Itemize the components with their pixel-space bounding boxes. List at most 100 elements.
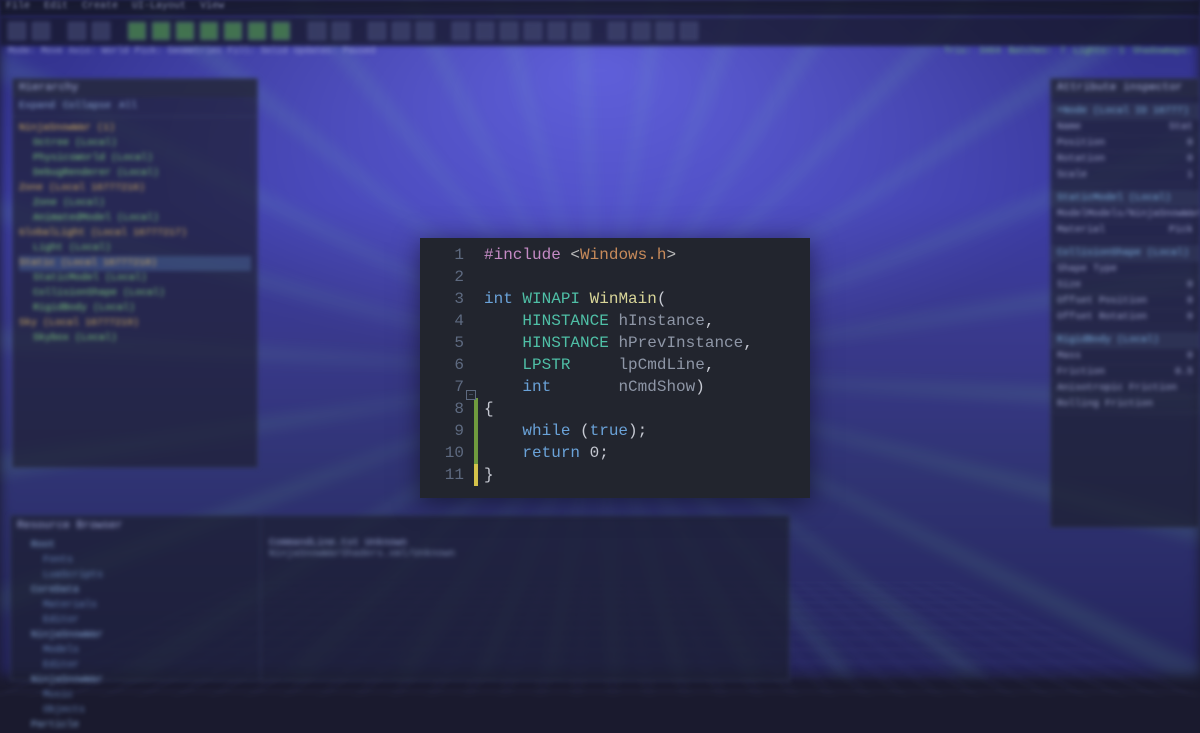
toolbar-button-6[interactable]: [176, 22, 194, 40]
browser-folders[interactable]: Resource Browser RootFontsLuaScriptsCore…: [11, 516, 261, 680]
toolbar-button-19[interactable]: [524, 22, 542, 40]
fold-icon[interactable]: −: [466, 390, 476, 400]
tree-item[interactable]: Static (Local 16777218): [19, 256, 251, 271]
folder-item[interactable]: LuaScripts: [19, 568, 252, 583]
toolbar-button-5[interactable]: [152, 22, 170, 40]
folder-item[interactable]: Editor: [19, 613, 252, 628]
toolbar-button-4[interactable]: [128, 22, 146, 40]
hierarchy-control[interactable]: All: [119, 101, 137, 112]
toolbar-button-0[interactable]: [8, 22, 26, 40]
code-editor[interactable]: 1234567891011 #include <Windows.h>int WI…: [420, 238, 810, 498]
toolbar-button-20[interactable]: [548, 22, 566, 40]
code-line[interactable]: #include <Windows.h>: [484, 244, 753, 266]
folder-item[interactable]: NinjaSnowWar: [19, 628, 252, 643]
inspector-row[interactable]: Rotation0: [1051, 152, 1199, 168]
toolbar-button-8[interactable]: [224, 22, 242, 40]
code-line[interactable]: int nCmdShow): [484, 376, 753, 398]
menu-ui-layout[interactable]: UI-Layout: [132, 1, 186, 15]
inspector-row[interactable]: Position0: [1051, 136, 1199, 152]
menu-edit[interactable]: Edit: [44, 1, 68, 15]
toolbar-button-22[interactable]: [608, 22, 626, 40]
status-item: Lights:: [1073, 46, 1111, 60]
toolbar-button-18[interactable]: [500, 22, 518, 40]
code-line[interactable]: }: [484, 464, 753, 486]
status-item: Tris:: [944, 46, 971, 60]
inspector-row[interactable]: Anisotropic Friction: [1051, 381, 1199, 397]
inspector-row[interactable]: ModelModels/NinjaSnowWar/Le: [1051, 207, 1199, 223]
toolbar-button-14[interactable]: [392, 22, 410, 40]
tree-item[interactable]: Skybox (Local): [19, 331, 251, 346]
tree-item[interactable]: RigidBody (Local): [19, 301, 251, 316]
tree-item[interactable]: Octree (Local): [19, 136, 251, 151]
toolbar-button-16[interactable]: [452, 22, 470, 40]
hierarchy-tree[interactable]: NinjaSnowWar (1)Octree (Local)PhysicsWor…: [13, 117, 257, 350]
code-line[interactable]: int WINAPI WinMain(: [484, 288, 753, 310]
tree-item[interactable]: NinjaSnowWar (1): [19, 121, 251, 136]
toolbar-button-11[interactable]: [308, 22, 326, 40]
inspector-row[interactable]: MaterialPick: [1051, 223, 1199, 239]
toolbar-button-25[interactable]: [680, 22, 698, 40]
toolbar-button-21[interactable]: [572, 22, 590, 40]
toolbar-button-1[interactable]: [32, 22, 50, 40]
code-line[interactable]: HINSTANCE hInstance,: [484, 310, 753, 332]
tree-item[interactable]: PhysicsWorld (Local): [19, 151, 251, 166]
inspector-row[interactable]: Mass0: [1051, 349, 1199, 365]
inspector-section[interactable]: StaticModel (Local): [1051, 190, 1199, 207]
tree-item[interactable]: Light (Local): [19, 241, 251, 256]
code-line[interactable]: return 0;: [484, 442, 753, 464]
inspector-section[interactable]: RigidBody (Local): [1051, 332, 1199, 349]
folder-item[interactable]: Music: [19, 688, 252, 703]
folder-item[interactable]: Models: [19, 643, 252, 658]
folder-item[interactable]: Particle: [19, 718, 252, 733]
toolbar-button-13[interactable]: [368, 22, 386, 40]
folder-item[interactable]: CoreData: [19, 583, 252, 598]
tree-item[interactable]: DebugRenderer (Local): [19, 166, 251, 181]
toolbar-button-3[interactable]: [92, 22, 110, 40]
tree-item[interactable]: CollisionShape (Local): [19, 286, 251, 301]
folder-item[interactable]: NinjaSnowWar: [19, 673, 252, 688]
toolbar-button-12[interactable]: [332, 22, 350, 40]
tree-item[interactable]: Zone (Local 16777216): [19, 181, 251, 196]
toolbar-button-2[interactable]: [68, 22, 86, 40]
folder-item[interactable]: Root: [19, 538, 252, 553]
inspector-row[interactable]: Size0: [1051, 278, 1199, 294]
toolbar-button-9[interactable]: [248, 22, 266, 40]
inspector-section[interactable]: CollisionShape (Local): [1051, 245, 1199, 262]
folder-item[interactable]: Objects: [19, 703, 252, 718]
menu-file[interactable]: File: [6, 1, 30, 15]
code-line[interactable]: LPSTR lpCmdLine,: [484, 354, 753, 376]
inspector-row[interactable]: Rolling Friction: [1051, 397, 1199, 413]
inspector-row[interactable]: Shape Type: [1051, 262, 1199, 278]
line-number: 9: [424, 420, 464, 442]
toolbar-button-17[interactable]: [476, 22, 494, 40]
menu-create[interactable]: Create: [82, 1, 118, 15]
tree-item[interactable]: StaticModel (Local): [19, 271, 251, 286]
folder-item[interactable]: Fonts: [19, 553, 252, 568]
inspector-row[interactable]: Scale1: [1051, 168, 1199, 184]
code-line[interactable]: while (true);: [484, 420, 753, 442]
toolbar-button-24[interactable]: [656, 22, 674, 40]
toolbar-button-15[interactable]: [416, 22, 434, 40]
code-line[interactable]: {: [484, 398, 753, 420]
toolbar-button-7[interactable]: [200, 22, 218, 40]
tree-item[interactable]: GlobalLight (Local 16777217): [19, 226, 251, 241]
inspector-row[interactable]: Offset Position0: [1051, 294, 1199, 310]
code-line[interactable]: [484, 266, 753, 288]
inspector-row[interactable]: Offset Rotation0: [1051, 310, 1199, 326]
code-line[interactable]: HINSTANCE hPrevInstance,: [484, 332, 753, 354]
code-area[interactable]: #include <Windows.h>int WINAPI WinMain( …: [478, 238, 761, 498]
tree-item[interactable]: Zone (Local): [19, 196, 251, 211]
inspector-row[interactable]: Friction0.5: [1051, 365, 1199, 381]
folder-item[interactable]: Materials: [19, 598, 252, 613]
tree-item[interactable]: Sky (Local 16777219): [19, 316, 251, 331]
inspector-row[interactable]: NameStat: [1051, 120, 1199, 136]
menu-view[interactable]: View: [200, 1, 224, 15]
toolbar-button-10[interactable]: [272, 22, 290, 40]
hierarchy-control[interactable]: Collapse: [63, 101, 111, 112]
hierarchy-control[interactable]: Expand: [19, 101, 55, 112]
browser-files[interactable]: CommandLine.txt Unknown NinjaSnowWarShad…: [261, 516, 789, 680]
folder-item[interactable]: Editor: [19, 658, 252, 673]
tree-item[interactable]: AnimatedModel (Local): [19, 211, 251, 226]
toolbar-button-23[interactable]: [632, 22, 650, 40]
browser-file-row[interactable]: NinjaSnowWarShaders.xml/Unknown: [269, 549, 781, 560]
